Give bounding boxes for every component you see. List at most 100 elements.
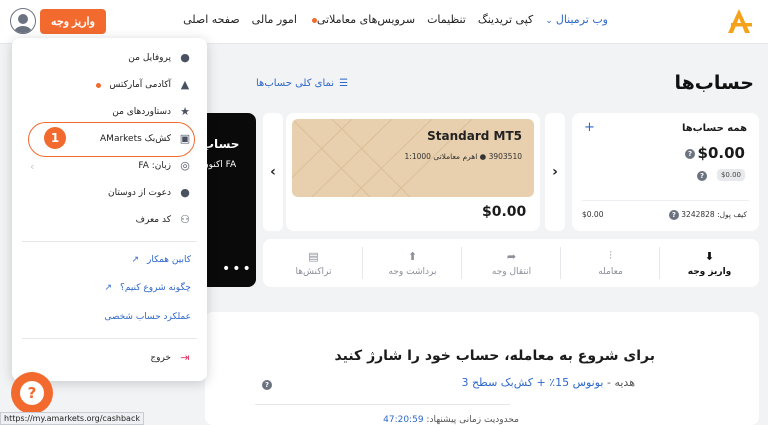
account-card-banner: Standard MT5 3903510 ● اهرم معاملاتی 1:1…: [292, 119, 534, 197]
menu-link-label: کابین همکار: [147, 255, 191, 265]
info-icon[interactable]: ?: [685, 149, 695, 159]
accounts-overview-label: نمای کلی حساب‌ها: [256, 78, 335, 89]
carousel-next-button[interactable]: ›: [545, 113, 565, 231]
external-link-icon: ↗: [104, 283, 113, 293]
avatar[interactable]: [10, 8, 36, 34]
action-trade[interactable]: ⫶ معامله: [561, 239, 660, 287]
promo-title: برای شروع به معامله، حساب خود را شارژ کن…: [334, 348, 655, 364]
upload-icon: ⬆: [407, 249, 418, 263]
accounts-overview-link[interactable]: ☰ نمای کلی حساب‌ها: [256, 78, 348, 89]
users-icon: ⚇: [180, 213, 190, 226]
divider: [22, 241, 197, 242]
nav-trading-services[interactable]: سرویس‌های معاملاتی: [309, 13, 415, 26]
action-label: معامله: [598, 267, 623, 277]
wallet-label-text: کیف پول: 3242828: [681, 210, 747, 219]
chevron-left-icon: ‹: [30, 160, 35, 173]
action-label: انتقال وجه: [491, 266, 532, 277]
nav-settings[interactable]: تنظیمات: [427, 13, 466, 26]
action-withdraw[interactable]: ⬆ برداشت وجه: [363, 239, 462, 287]
nav-trading-services-label: سرویس‌های معاملاتی: [316, 13, 416, 26]
menu-item-language[interactable]: ◎ زبان: FA: [138, 160, 191, 172]
balance-pill: $0.00: [716, 169, 745, 181]
question-icon: ?: [20, 381, 44, 405]
menu-item-profile[interactable]: ● پروفایل من: [128, 52, 191, 64]
candles-icon: ⫶: [609, 249, 612, 262]
user-icon: [14, 14, 32, 33]
promo-card-subtitle: اکنون FA: [202, 160, 237, 170]
graduation-cap-icon: ▲: [180, 78, 190, 91]
menu-item-referral[interactable]: ⚇ کد معرف: [136, 214, 191, 226]
chevron-left-icon: ‹: [270, 164, 276, 180]
menu-item-label: زبان: FA: [138, 161, 171, 171]
nav-finance[interactable]: امور مالی: [252, 13, 297, 26]
menu-link-label: عملکرد حساب شخصی: [104, 312, 191, 322]
action-label: برداشت وجه: [388, 266, 437, 277]
logout-button[interactable]: ⇥ خروج: [150, 352, 191, 364]
info-icon[interactable]: ?: [668, 210, 679, 220]
add-account-icon[interactable]: +: [584, 120, 595, 135]
support-chat-button[interactable]: ?: [11, 372, 53, 414]
action-label: واریز وجه: [687, 266, 732, 277]
menu-item-label: آکادمی آمارکتس: [109, 80, 171, 90]
menu-link-label: چگونه شروع کنیم؟: [120, 283, 191, 293]
logout-label: خروج: [150, 353, 171, 363]
timer-label: محدودیت زمانی پیشنهاد:: [423, 415, 519, 425]
menu-item-achievements[interactable]: ★ دستاوردهای من: [112, 106, 191, 118]
promo-card-title: حساب: [202, 137, 240, 151]
nav-web-terminal[interactable]: وب ترمینال⌄: [545, 13, 608, 26]
promo-highlight[interactable]: بونوس 15٪ + کش‌بک سطح 3: [461, 376, 603, 389]
menu-item-label: دستاوردهای من: [112, 107, 171, 117]
promo-account-card[interactable]: حساب اکنون FA •••: [200, 113, 256, 287]
account-subtitle: 3903510 ● اهرم معاملاتی 1:1000: [404, 152, 522, 161]
wallet-label: کیف پول: 3242828 ?: [668, 210, 747, 220]
carousel-prev-button[interactable]: ‹: [263, 113, 283, 231]
nav-home[interactable]: صفحه اصلی: [183, 13, 240, 26]
promo-timer: محدودیت زمانی پیشنهاد: 47:20:59: [383, 415, 519, 425]
account-title: Standard MT5: [427, 129, 522, 143]
action-label: تراکنش‌ها: [295, 266, 332, 277]
star-icon: ★: [180, 105, 190, 118]
deposit-button[interactable]: واریز وجه: [40, 9, 106, 34]
step-badge: 1: [44, 127, 66, 149]
mt5-account-card[interactable]: Standard MT5 3903510 ● اهرم معاملاتی 1:1…: [286, 113, 540, 231]
promo-prefix: هدیه -: [603, 376, 635, 389]
main-nav: صفحه اصلی امور مالی سرویس‌های معاملاتی ت…: [183, 13, 608, 26]
globe-icon: ◎: [180, 159, 190, 172]
info-icon[interactable]: ?: [697, 171, 707, 181]
list-icon: ☰: [339, 78, 349, 89]
action-transactions[interactable]: ▤ تراکنش‌ها: [264, 239, 363, 287]
more-dots-icon[interactable]: •••: [222, 261, 253, 277]
menu-link-performance[interactable]: عملکرد حساب شخصی: [104, 312, 191, 322]
chevron-down-icon: ⌄: [545, 16, 553, 26]
profile-dropdown: ● پروفایل من ▲ آکادمی آمارکتس ★ دستاورده…: [12, 38, 207, 381]
user-icon: ●: [180, 51, 190, 64]
all-accounts-title: همه حساب‌ها: [681, 123, 747, 134]
account-actions: ⬇ واریز وجه ⫶ معامله ➦ انتقال وجه ⬆ بردا…: [263, 239, 759, 287]
menu-link-partner[interactable]: کابین همکار ↗: [131, 255, 191, 265]
page-title: حساب‌ها: [674, 72, 754, 94]
receipt-icon: ▤: [308, 249, 319, 263]
chevron-right-icon: ›: [552, 164, 558, 180]
status-url: https://my.amarkets.org/cashback: [0, 412, 144, 425]
info-icon[interactable]: ?: [262, 380, 272, 390]
menu-item-label: پروفایل من: [128, 53, 171, 63]
action-deposit[interactable]: ⬇ واریز وجه: [660, 239, 759, 287]
user-plus-icon: ●: [180, 186, 190, 199]
timer-value: 47:20:59: [383, 415, 424, 425]
menu-item-invite[interactable]: ● دعوت از دوستان: [108, 187, 191, 199]
notification-dot: [96, 82, 102, 88]
all-accounts-card: همه حساب‌ها + $0.00 ? $0.00 ? کیف پول: 3…: [572, 113, 759, 231]
menu-item-academy[interactable]: ▲ آکادمی آمارکتس: [96, 79, 191, 91]
divider: [255, 404, 510, 405]
funding-promo: برای شروع به معامله، حساب خود را شارژ کن…: [205, 312, 759, 425]
menu-link-getting-started[interactable]: چگونه شروع کنیم؟ ↗: [105, 283, 192, 293]
action-transfer[interactable]: ➦ انتقال وجه: [462, 239, 561, 287]
nav-web-terminal-label: وب ترمینال: [555, 13, 608, 26]
external-link-icon: ↗: [131, 255, 140, 265]
menu-item-label: دعوت از دوستان: [107, 188, 171, 198]
transfer-icon: ➦: [506, 249, 517, 263]
nav-copy-trading[interactable]: کپی تریدینگ: [478, 13, 533, 26]
divider: [582, 200, 749, 201]
amarkets-logo-icon[interactable]: [726, 8, 752, 34]
wallet-value: $0.00: [582, 210, 604, 219]
